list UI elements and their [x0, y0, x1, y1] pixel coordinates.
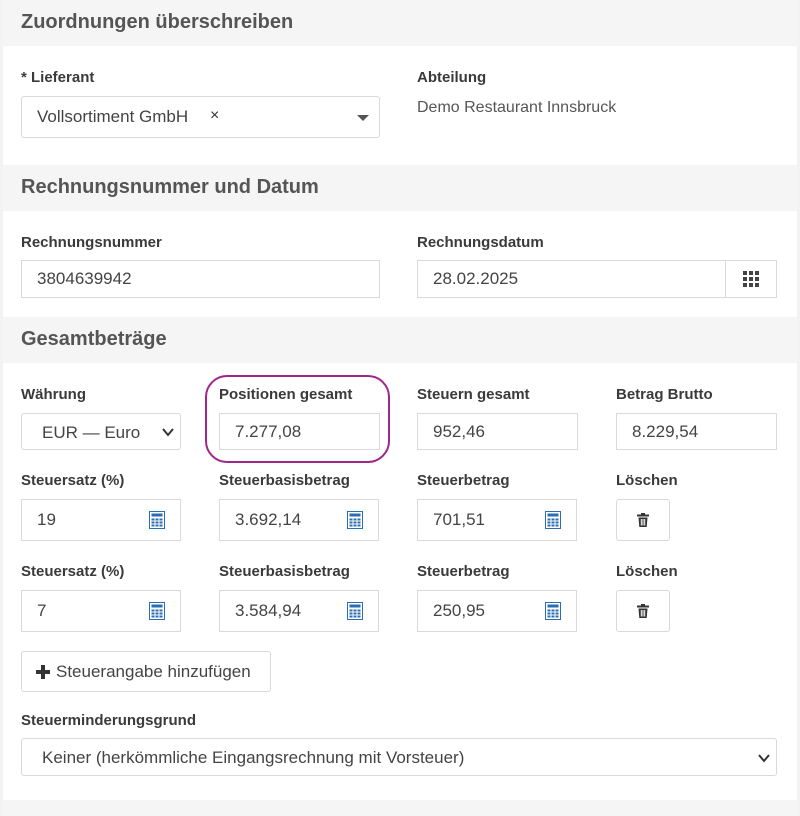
department-label: Abteilung	[417, 69, 487, 86]
taxes-total-label: Steuern gesamt	[417, 386, 530, 403]
invoice-number-label: Rechnungsnummer	[21, 234, 162, 251]
chevron-down-icon[interactable]	[758, 753, 770, 763]
highlight-annotation	[205, 375, 390, 463]
tax-amount-input[interactable]: 250,95	[417, 590, 530, 632]
tax-reduction-select[interactable]: Keiner (herkömmliche Eingangsrechnung mi…	[21, 738, 777, 776]
tax-base-calculator-button[interactable]	[331, 499, 379, 541]
tax-base-label: Steuerbasisbetrag	[219, 563, 350, 580]
trash-icon	[637, 604, 649, 618]
chevron-down-icon[interactable]	[357, 115, 369, 121]
department-value: Demo Restaurant Innsbruck	[417, 99, 617, 116]
calendar-grid-icon	[743, 271, 759, 287]
gross-amount-input[interactable]: 8.229,54	[616, 413, 777, 450]
section-title-assignments: Zuordnungen überschreiben	[21, 11, 294, 33]
trash-icon	[637, 513, 649, 527]
tax-rate-calculator-button[interactable]	[133, 590, 181, 632]
tax-base-label: Steuerbasisbetrag	[219, 472, 350, 489]
tax-rate-input[interactable]: 7	[21, 590, 134, 632]
invoice-date-label: Rechnungsdatum	[417, 234, 544, 251]
taxes-total-input[interactable]: 952,46	[417, 413, 578, 450]
supplier-select[interactable]: Vollsortiment GmbH ×	[21, 96, 380, 138]
tax-base-calculator-button[interactable]	[331, 590, 379, 632]
tax-rate-input[interactable]: 19	[21, 499, 134, 541]
invoice-number-input[interactable]: 3804639942	[21, 260, 380, 298]
tax-rate-label: Steuersatz (%)	[21, 472, 125, 489]
supplier-label: * Lieferant	[21, 69, 95, 86]
chevron-down-icon[interactable]	[162, 427, 174, 437]
add-tax-button-label: Steuerangabe hinzufügen	[56, 661, 251, 681]
calculator-icon	[346, 602, 363, 620]
delete-tax-row-button[interactable]	[616, 590, 670, 632]
section-title-totals: Gesamtbeträge	[21, 328, 167, 350]
delete-tax-row-button[interactable]	[616, 499, 670, 541]
calculator-icon	[148, 602, 165, 620]
tax-base-input[interactable]: 3.692,14	[219, 499, 332, 541]
delete-label: Löschen	[616, 563, 678, 580]
calculator-icon	[544, 602, 561, 620]
tax-amount-label: Steuerbetrag	[417, 472, 510, 489]
tax-amount-calculator-button[interactable]	[529, 590, 577, 632]
tax-reduction-label: Steuerminderungsgrund	[21, 712, 197, 729]
supplier-clear-icon[interactable]: ×	[210, 107, 219, 125]
currency-select[interactable]: EUR — Euro (€)	[21, 413, 181, 450]
invoice-edit-form: Zuordnungen überschreiben * Lieferant Vo…	[3, 0, 797, 816]
tax-amount-calculator-button[interactable]	[529, 499, 577, 541]
section-header-invoice: Rechnungsnummer und Datum	[3, 165, 797, 211]
section-footer	[3, 800, 797, 816]
tax-reduction-value: Keiner (herkömmliche Eingangsrechnung mi…	[42, 748, 465, 767]
tax-amount-input[interactable]: 701,51	[417, 499, 530, 541]
section-title-invoice: Rechnungsnummer und Datum	[21, 176, 319, 198]
plus-icon	[36, 664, 50, 679]
calculator-icon	[346, 511, 363, 529]
section-header-assignments: Zuordnungen überschreiben	[3, 0, 797, 46]
tax-base-input[interactable]: 3.584,94	[219, 590, 332, 632]
tax-rate-label: Steuersatz (%)	[21, 563, 125, 580]
tax-amount-label: Steuerbetrag	[417, 563, 510, 580]
calculator-icon	[148, 511, 165, 529]
currency-label: Währung	[21, 386, 86, 403]
calculator-icon	[544, 511, 561, 529]
invoice-date-input[interactable]: 28.02.2025	[417, 260, 727, 298]
date-picker-button[interactable]	[725, 260, 777, 298]
add-tax-button[interactable]: Steuerangabe hinzufügen	[21, 651, 271, 692]
supplier-value: Vollsortiment GmbH	[37, 107, 189, 126]
section-header-totals: Gesamtbeträge	[3, 317, 797, 363]
currency-value: EUR — Euro (€)	[42, 423, 146, 442]
gross-amount-label: Betrag Brutto	[616, 386, 713, 403]
delete-label: Löschen	[616, 472, 678, 489]
tax-rate-calculator-button[interactable]	[133, 499, 181, 541]
